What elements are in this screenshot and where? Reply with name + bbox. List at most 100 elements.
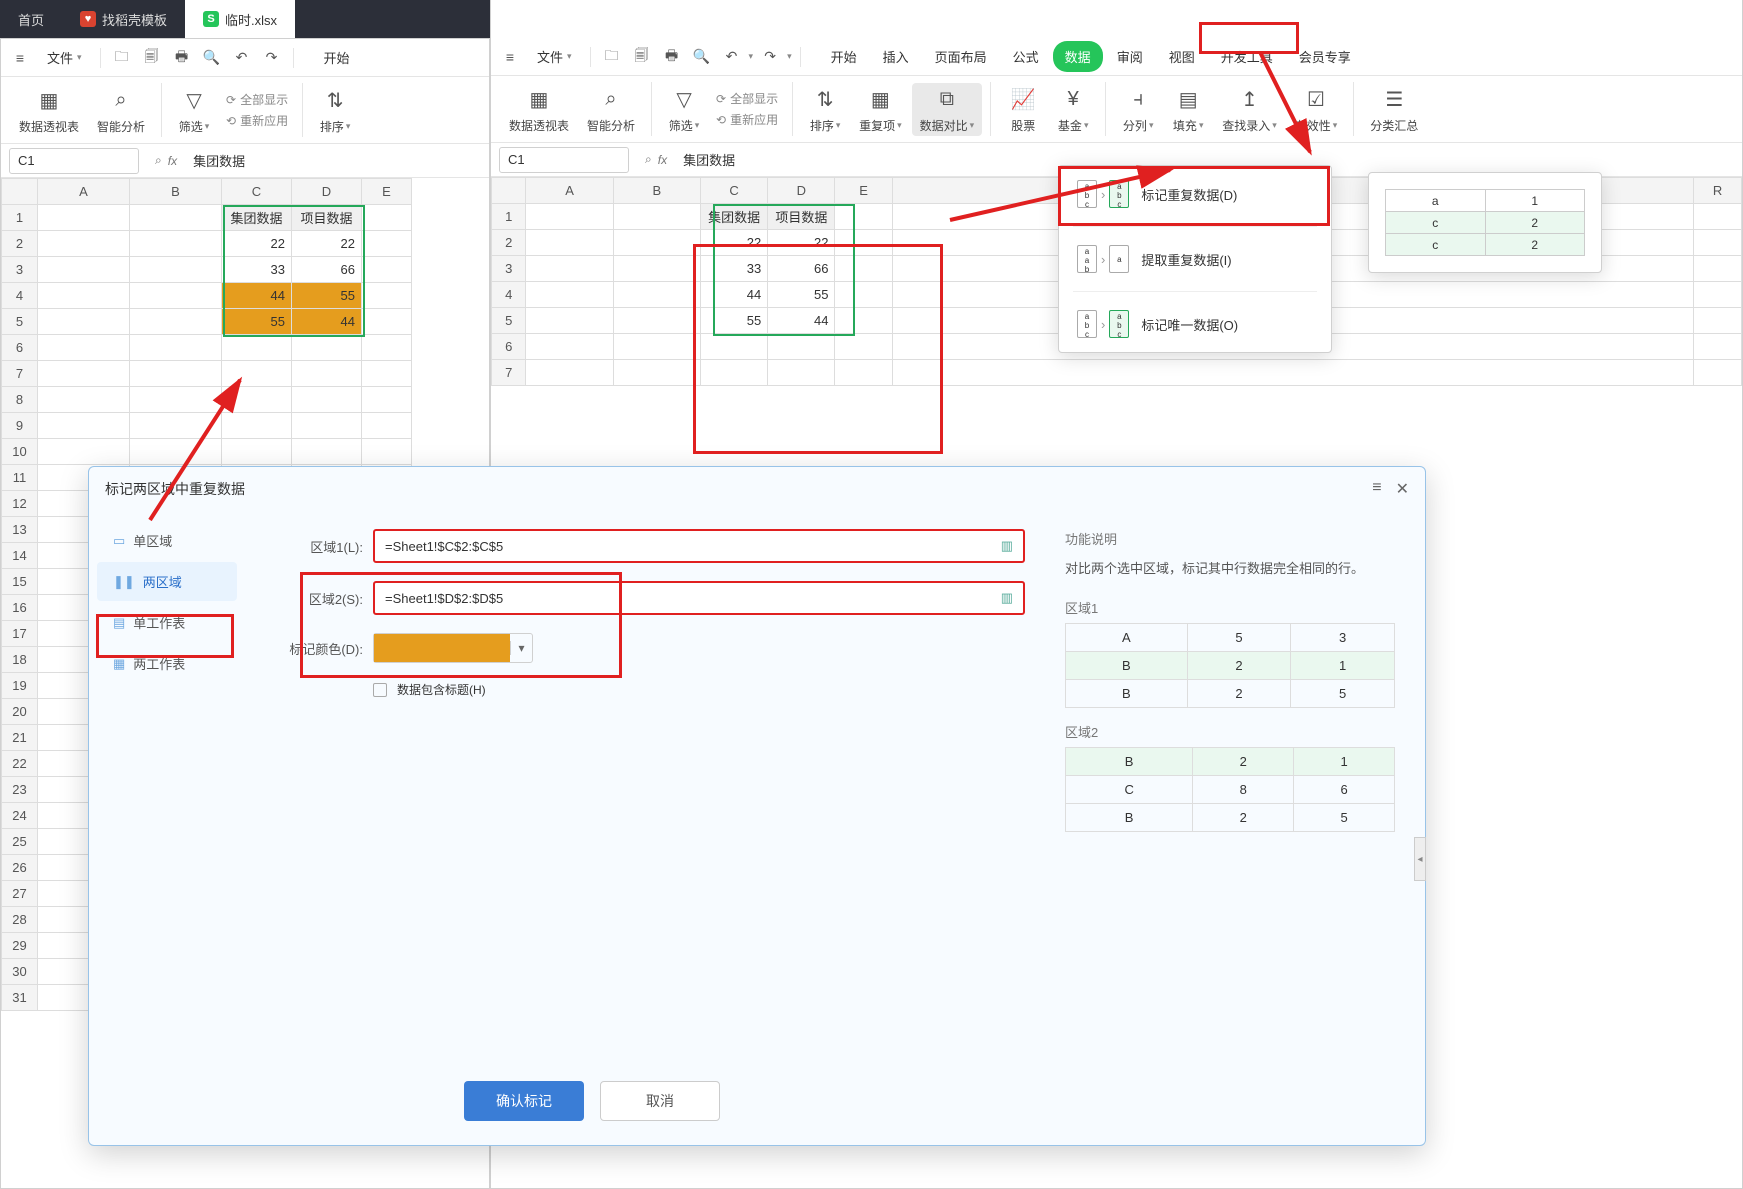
ribbon-stock[interactable]: 📈股票 [999,83,1047,136]
row-4[interactable]: 4 [492,282,526,308]
preview-icon[interactable]: 🔍 [199,45,225,71]
ribbon-pivot-left[interactable]: ▦数据透视表 [11,84,87,137]
row-12[interactable]: 12 [2,491,38,517]
range-picker-icon[interactable]: ▥ [1001,590,1013,606]
menu-icon[interactable]: ≡ [1372,479,1381,499]
menu-formula[interactable]: 公式 [1001,41,1051,72]
row-28[interactable]: 28 [2,907,38,933]
row-3[interactable]: 3 [2,257,38,283]
row-4[interactable]: 4 [2,283,38,309]
hamburger-icon[interactable]: ≡ [7,45,33,71]
col-B[interactable]: B [613,178,700,204]
ribbon-split[interactable]: ⫞分列▾ [1114,83,1162,136]
row-6[interactable]: 6 [492,334,526,360]
range-picker-icon[interactable]: ▥ [1001,538,1013,554]
corner-cell[interactable] [492,178,526,204]
name-box-right[interactable]: C1 [499,147,629,173]
show-all[interactable]: ⟳ 全部显示 [716,90,778,107]
fx-left[interactable]: ⌕ fx [147,153,185,168]
file-menu-left[interactable]: 文件▾ [37,44,92,71]
col-E[interactable]: E [835,178,892,204]
redo-icon[interactable]: ↷ [259,45,285,71]
row-8[interactable]: 8 [2,387,38,413]
collapse-handle[interactable]: ◂ [1414,837,1426,881]
ribbon-smart[interactable]: ⌕智能分析 [579,83,643,136]
ribbon-filter[interactable]: ▽筛选▾ [660,83,708,136]
cancel-button[interactable]: 取消 [600,1081,720,1121]
menu-review[interactable]: 审阅 [1105,41,1155,72]
row-23[interactable]: 23 [2,777,38,803]
print-icon[interactable]: 🖶 [169,45,195,71]
col-E[interactable]: E [362,179,412,205]
include-title-checkbox[interactable] [373,683,387,697]
side-double-area[interactable]: ❚❚两区域 [97,562,237,601]
close-icon[interactable]: ✕ [1396,479,1409,499]
undo-icon[interactable]: ↶ [719,44,745,70]
row-10[interactable]: 10 [2,439,38,465]
tab-file[interactable]: S临时.xlsx [185,0,295,38]
save-icon[interactable]: 🗐 [139,45,165,71]
row-18[interactable]: 18 [2,647,38,673]
row-29[interactable]: 29 [2,933,38,959]
dropdown-extract-duplicate[interactable]: aab›a 提取重复数据(I) [1059,231,1331,287]
ribbon-fill[interactable]: ▤填充▾ [1164,83,1212,136]
side-single-sheet[interactable]: ▤单工作表 [97,603,237,642]
row-26[interactable]: 26 [2,855,38,881]
reapply[interactable]: ⟲ 重新应用 [716,111,778,128]
col-C[interactable]: C [222,179,292,205]
dropdown-mark-unique[interactable]: abc›abc 标记唯一数据(O) [1059,296,1331,352]
row-2[interactable]: 2 [2,231,38,257]
row-2[interactable]: 2 [492,230,526,256]
folder-icon[interactable]: 🗀 [599,44,625,70]
menu-view[interactable]: 视图 [1157,41,1207,72]
row-31[interactable]: 31 [2,985,38,1011]
menu-devtools[interactable]: 开发工具 [1209,41,1285,72]
row-21[interactable]: 21 [2,725,38,751]
formula-value-left[interactable]: 集团数据 [185,151,489,170]
row-17[interactable]: 17 [2,621,38,647]
ribbon-sort[interactable]: ⇅排序▾ [801,83,849,136]
show-all-left[interactable]: ⟳ 全部显示 [226,91,288,108]
row-24[interactable]: 24 [2,803,38,829]
side-single-area[interactable]: ▭单区域 [97,521,237,560]
menu-start-left[interactable]: 开始 [312,42,362,73]
reapply-left[interactable]: ⟲ 重新应用 [226,112,288,129]
ribbon-validation[interactable]: ☑有效性▾ [1287,83,1346,136]
ribbon-compare[interactable]: ⧉数据对比▾ [912,83,983,136]
area1-input[interactable]: =Sheet1!$C$2:$C$5▥ [373,529,1025,563]
folder-icon[interactable]: 🗀 [109,45,135,71]
col-A[interactable]: A [38,179,130,205]
menu-layout[interactable]: 页面布局 [923,41,999,72]
name-box-left[interactable]: C1 [9,148,139,174]
save-icon[interactable]: 🗐 [629,44,655,70]
row-22[interactable]: 22 [2,751,38,777]
row-3[interactable]: 3 [492,256,526,282]
row-5[interactable]: 5 [2,309,38,335]
row-7[interactable]: 7 [492,360,526,386]
ribbon-filter-left[interactable]: ▽筛选▾ [170,84,218,137]
menu-member[interactable]: 会员专享 [1287,41,1363,72]
ribbon-pivot[interactable]: ▦数据透视表 [501,83,577,136]
row-1[interactable]: 1 [2,205,38,231]
row-25[interactable]: 25 [2,829,38,855]
menu-insert[interactable]: 插入 [871,41,921,72]
print-icon[interactable]: 🖶 [659,44,685,70]
row-16[interactable]: 16 [2,595,38,621]
hamburger-icon[interactable]: ≡ [497,44,523,70]
col-B[interactable]: B [130,179,222,205]
redo-icon[interactable]: ↷ [757,44,783,70]
ribbon-subtotal[interactable]: ☰分类汇总 [1362,83,1426,136]
col-R[interactable]: R [1694,178,1742,204]
row-30[interactable]: 30 [2,959,38,985]
tab-home[interactable]: 首页 [0,0,62,38]
row-7[interactable]: 7 [2,361,38,387]
col-D[interactable]: D [292,179,362,205]
ribbon-sort-left[interactable]: ⇅排序▾ [311,84,359,137]
file-menu-right[interactable]: 文件▾ [527,43,582,70]
side-double-sheet[interactable]: ▦两工作表 [97,644,237,683]
preview-icon[interactable]: 🔍 [689,44,715,70]
row-9[interactable]: 9 [2,413,38,439]
menu-start[interactable]: 开始 [819,41,869,72]
ribbon-fund[interactable]: ¥基金▾ [1049,83,1097,136]
row-13[interactable]: 13 [2,517,38,543]
